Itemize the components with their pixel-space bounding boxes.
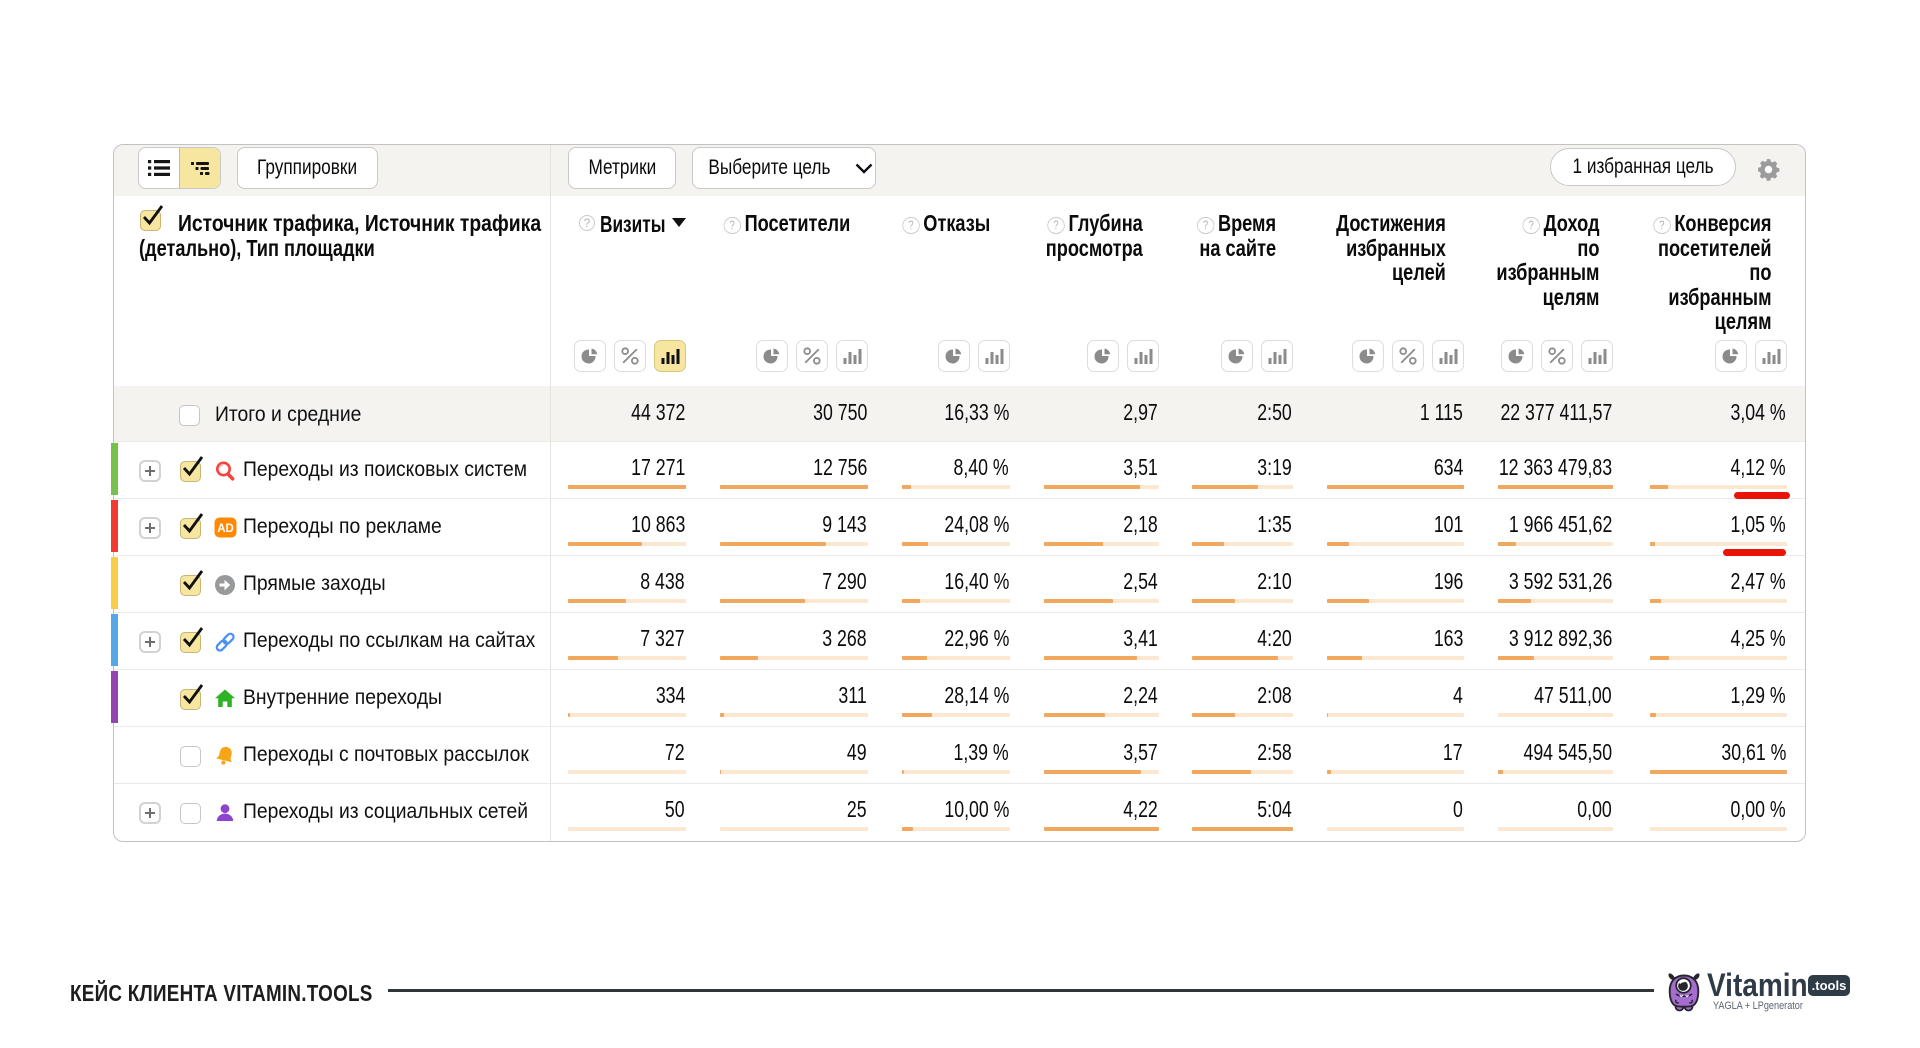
svg-text:AD: AD [217, 523, 234, 535]
